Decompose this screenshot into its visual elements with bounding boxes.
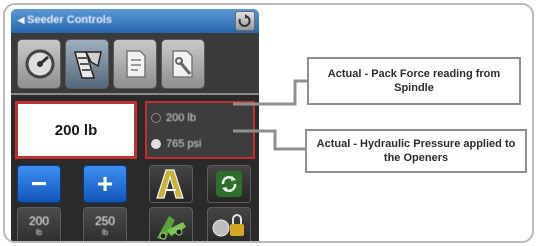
hydraulic-pressure-callout: Actual - Hydraulic Pressure applied to t… bbox=[305, 129, 527, 173]
hydraulic-pressure-callout-text: Actual - Hydraulic Pressure applied to t… bbox=[316, 138, 516, 164]
callout-leader-lines bbox=[233, 79, 307, 151]
pack-force-callout: Actual - Pack Force reading from Spindle bbox=[307, 57, 521, 105]
pack-force-callout-text: Actual - Pack Force reading from Spindle bbox=[327, 68, 501, 94]
figure-frame: ◄ Seeder Controls 200 lb 200 lb 765 psi … bbox=[3, 3, 534, 243]
